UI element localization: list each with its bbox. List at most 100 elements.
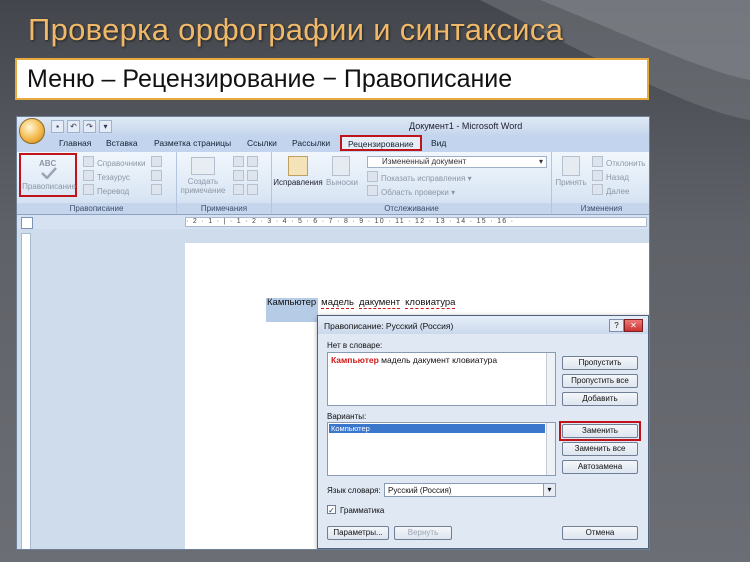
reviewing-pane-button[interactable]: Область проверки ▾: [367, 185, 455, 197]
error-context: Кампьютер мадель дакумент кловиатура: [331, 355, 497, 365]
chevron-down-icon[interactable]: ▾: [543, 484, 555, 496]
tab-review[interactable]: Рецензирование: [340, 135, 422, 151]
tab-insert[interactable]: Вставка: [106, 138, 138, 148]
doc-word: кловиатура: [405, 297, 456, 309]
translate-label: Перевод: [97, 187, 130, 196]
horizontal-ruler[interactable]: · 2 · 1 · | · 1 · 2 · 3 · 4 · 5 · 6 · 7 …: [185, 217, 647, 227]
undo-button[interactable]: Вернуть: [394, 526, 452, 540]
change-all-button[interactable]: Заменить все: [562, 442, 638, 456]
next-change-button[interactable]: Далее: [592, 184, 629, 196]
group-proofing: ABC Правописание Справочники Тезаурус Пе…: [17, 152, 177, 214]
show-markup-icon: [367, 171, 378, 182]
word-title-bar: ▪ ↶ ↷ ▾ Документ1 - Microsoft Word: [17, 117, 649, 135]
chevron-down-icon: ▾: [538, 157, 543, 166]
language-select[interactable]: Русский (Россия) ▾: [384, 483, 556, 497]
delete-comment-icon[interactable]: [233, 156, 261, 168]
ribbon: ABC Правописание Справочники Тезаурус Пе…: [17, 152, 649, 215]
checkmark-icon: [41, 167, 57, 179]
qat-dropdown-icon[interactable]: ▾: [99, 120, 112, 133]
vertical-ruler[interactable]: [21, 233, 31, 549]
help-icon[interactable]: ?: [609, 319, 624, 332]
not-in-dictionary-text[interactable]: Кампьютер мадель дакумент кловиатура: [327, 352, 556, 406]
reviewing-pane-label: Область проверки: [381, 188, 449, 197]
doc-word: мадель: [321, 297, 354, 309]
accept-icon: [562, 156, 580, 176]
balloons-icon: [332, 156, 350, 176]
suggestion-item[interactable]: Компьютер: [329, 424, 545, 433]
set-language-icon[interactable]: [151, 170, 165, 182]
dialog-title: Правописание: Русский (Россия): [324, 321, 454, 331]
close-icon[interactable]: ✕: [624, 319, 643, 332]
grammar-checkbox[interactable]: ✓: [327, 505, 336, 515]
translate-button[interactable]: Перевод: [83, 184, 129, 196]
ruler-row: · 2 · 1 · | · 1 · 2 · 3 · 4 · 5 · 6 · 7 …: [17, 215, 649, 229]
undo-icon[interactable]: ↶: [67, 120, 80, 133]
thesaurus-icon: [83, 170, 94, 181]
quick-access-toolbar: ▪ ↶ ↷ ▾: [51, 120, 115, 133]
spelling-dialog: Правописание: Русский (Россия) ? ✕ Нет в…: [317, 315, 649, 549]
reject-button[interactable]: Отклонить: [592, 156, 645, 168]
not-in-dictionary-label: Нет в словаре:: [327, 341, 383, 350]
document-text[interactable]: Кампьютер мадель дакумент кловиатура: [267, 297, 460, 309]
display-for-review-value: Измененный документ: [382, 157, 467, 166]
new-comment-icon: [191, 157, 215, 175]
slide-subtitle-box: Меню – Рецензирование − Правописание: [15, 58, 649, 100]
word-screenshot: ▪ ↶ ↷ ▾ Документ1 - Microsoft Word Главная …: [16, 116, 650, 550]
group-comments-label: Примечания: [177, 203, 271, 214]
research-label: Справочники: [97, 159, 146, 168]
grammar-label: Грамматика: [340, 506, 385, 515]
show-markup-button[interactable]: Показать исправления ▾: [367, 171, 472, 183]
word-count-icon[interactable]: [151, 156, 165, 168]
accept-button[interactable]: Принять: [552, 178, 590, 187]
track-changes-button[interactable]: Исправления: [272, 178, 324, 187]
change-button[interactable]: Заменить: [562, 424, 638, 438]
group-proofing-label: Правописание: [17, 203, 176, 214]
options-button[interactable]: Параметры...: [327, 526, 389, 540]
ignore-button[interactable]: Пропустить: [562, 356, 638, 370]
suggestions-list[interactable]: Компьютер: [327, 422, 556, 476]
cancel-button[interactable]: Отмена: [562, 526, 638, 540]
reject-icon: [592, 156, 603, 167]
translate-tooltip-icon[interactable]: [151, 184, 165, 196]
tab-page-layout[interactable]: Разметка страницы: [154, 138, 231, 148]
next-label: Далее: [606, 187, 630, 196]
office-button[interactable]: [19, 118, 45, 144]
tab-references[interactable]: Ссылки: [247, 138, 277, 148]
group-tracking-label: Отслеживание: [272, 203, 551, 214]
redo-icon[interactable]: ↷: [83, 120, 96, 133]
group-changes: Принять Отклонить Назад Далее Изменения: [552, 152, 649, 214]
scrollbar[interactable]: [546, 353, 555, 405]
thesaurus-label: Тезаурус: [97, 173, 130, 182]
new-comment-button[interactable]: Создать примечание: [177, 177, 229, 195]
suggestions-label: Варианты:: [327, 412, 367, 421]
thesaurus-button[interactable]: Тезаурус: [83, 170, 130, 182]
window-title: Документ1 - Microsoft Word: [409, 121, 523, 131]
add-to-dictionary-button[interactable]: Добавить: [562, 392, 638, 406]
scrollbar[interactable]: [546, 423, 555, 475]
context-text: мадель дакумент кловиатура: [381, 355, 498, 365]
ignore-all-button[interactable]: Пропустить все: [562, 374, 638, 388]
translate-icon: [83, 184, 94, 195]
tab-mailings[interactable]: Рассылки: [292, 138, 330, 148]
balloons-button[interactable]: Выноски: [322, 178, 362, 187]
error-word: Кампьютер: [331, 355, 379, 365]
autocorrect-button[interactable]: Автозамена: [562, 460, 638, 474]
research-button[interactable]: Справочники: [83, 156, 145, 168]
save-icon[interactable]: ▪: [51, 120, 64, 133]
previous-change-button[interactable]: Назад: [592, 170, 629, 182]
track-changes-icon: [288, 156, 308, 176]
new-comment-label: Создать: [187, 177, 219, 186]
reject-label: Отклонить: [606, 159, 646, 168]
display-for-review-select[interactable]: Измененный документ ▾: [367, 156, 547, 168]
spelling-button[interactable]: ABC Правописание: [19, 153, 77, 197]
group-changes-label: Изменения: [552, 203, 649, 214]
tab-home[interactable]: Главная: [59, 138, 91, 148]
tab-view[interactable]: Вид: [431, 138, 446, 148]
previous-comment-icon[interactable]: [233, 170, 261, 182]
doc-word: Кампьютер: [267, 297, 317, 308]
new-comment-label-2: примечание: [180, 186, 226, 195]
tab-selector[interactable]: [21, 217, 33, 229]
previous-label: Назад: [606, 173, 629, 182]
next-comment-icon[interactable]: [233, 184, 261, 196]
next-icon: [592, 184, 603, 195]
